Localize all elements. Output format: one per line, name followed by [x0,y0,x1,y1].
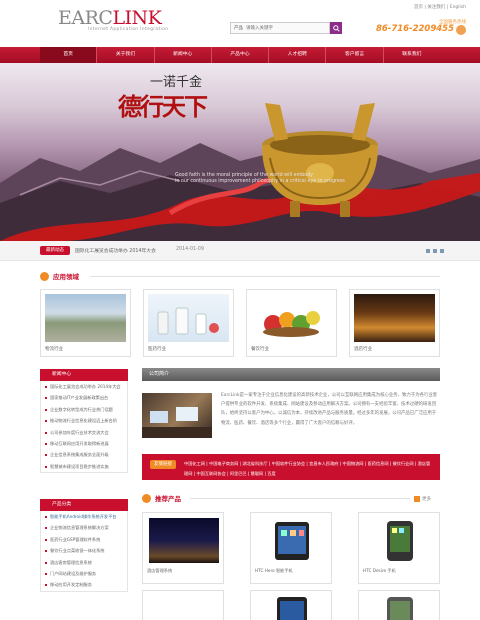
search-box: 产品 [230,22,330,34]
sidebar-news-item[interactable]: 国际化工展览会成功举办 2014年大会 [41,381,127,392]
product-label: HTC Desire 手机 [363,568,396,573]
nav-item-about[interactable]: 关于我们 [97,47,155,63]
application-card[interactable]: 餐饮行业 [246,289,337,357]
applications-section-title: 应用领域 [40,269,79,283]
slider-dot[interactable] [433,249,437,253]
sidebar-product-item[interactable]: 餐饮行业点菜收银一体化系统 [41,545,127,556]
product-card[interactable]: HTC Desire 手机 [358,512,440,584]
phone-icon [456,25,466,35]
phone-image [257,518,327,563]
applications-title: 应用领域 [53,273,79,281]
logo-suffix: LINK [112,7,162,29]
ticker-badge: 最新动态 [40,246,70,255]
hotline-number: 86-716-2209455 [375,24,454,34]
pharmacy-image [148,294,229,342]
sidebar-product-item[interactable]: 门户网站建设及维护服务 [41,568,127,579]
banner-caption-line2: in our continuous improvement philosophy… [175,179,345,184]
sidebar-news-item[interactable]: 移动互联网应用开发取得新进展 [41,438,127,449]
sidebar-news-item[interactable]: 推动物流行业信息化建设迈上新台阶 [41,415,127,426]
nav-item-jobs[interactable]: 人才招聘 [269,47,327,63]
search-category-select[interactable]: 产品 [231,25,246,31]
section-bullet-icon [142,493,151,503]
sidebar-news-item[interactable]: 企业数字化转型成为行业热门话题 [41,404,127,415]
sidebar-products-title: 产品分类 [40,499,128,511]
calligraphy-large: 德行天下 [118,92,208,121]
search-icon [332,24,340,32]
nav-item-contact[interactable]: 联系我们 [384,47,440,63]
section-bullet-icon [40,271,49,281]
hero-banner[interactable]: 一诺千金 德行天下 Good faith is the moral princi… [0,63,480,241]
sidebar-product-item[interactable]: 企业物流信息管理系统解决方案 [41,522,127,533]
links-list[interactable]: 中国化工网 | 中国电子商务网 | 湖北省科技厅 | 中国软件行业协会 | 宜昌… [184,459,434,479]
phone-image [277,597,307,620]
sidebar-product-item[interactable]: 智能手机Android操作系统开发平台 [41,511,127,522]
logo-tagline: Internet Application Integration [88,27,169,32]
search-button[interactable] [330,22,342,34]
search-input[interactable] [246,23,306,33]
sidebar-news-list: 国际化工展览会成功举办 2014年大会 国家推动IT产业发展新政策出台 企业数字… [40,381,128,474]
more-products-link[interactable]: 更多 [414,494,431,503]
more-label: 更多 [422,496,431,502]
application-card[interactable]: 医药行业 [143,289,234,357]
ticker-headline[interactable]: 国际化工展览会成功举办 2014年大会 [75,247,156,254]
office-image [142,393,212,438]
nav-item-news[interactable]: 新闻中心 [155,47,212,63]
product-card[interactable]: 酒店管理系统 [142,512,224,584]
product-card[interactable] [142,590,224,620]
intro-title: 公司简介 [142,368,440,381]
sidebar-product-item[interactable]: 移动应用开发定制服务 [41,579,127,590]
nav-item-feedback[interactable]: 客户留言 [326,47,384,63]
product-label: HTC Hero 智能手机 [255,568,293,573]
site-logo[interactable]: EARCLINK [58,7,162,29]
divider [90,276,440,277]
sidebar-news-item[interactable]: 智慧城市建设项目稳步推进实施 [41,461,127,472]
slider-pager [426,249,444,253]
sidebar-news-item[interactable]: 企业信息系统集成服务全面升级 [41,449,127,460]
divider [190,498,410,499]
food-image [251,294,332,342]
sidebar-product-item[interactable]: 酒店客房管理信息系统 [41,557,127,568]
product-card[interactable] [250,590,332,620]
nav-item-home[interactable]: 首页 [40,47,98,63]
products-title: 推荐产品 [155,495,181,503]
application-card[interactable]: 酒店行业 [349,289,440,357]
application-card[interactable]: 物流行业 [40,289,131,357]
product-label: 酒店管理系统 [147,568,173,573]
sidebar-products-list: 智能手机Android操作系统开发平台 企业物流信息管理系统解决方案 医药行业G… [40,511,128,592]
warehouse-image [45,294,126,342]
links-badge: 友情链接 [150,460,176,469]
product-image [149,518,219,563]
friend-links: 友情链接 中国化工网 | 中国电子商务网 | 湖北省科技厅 | 中国软件行业协会… [142,454,440,480]
phone-image [365,518,435,563]
slider-dot[interactable] [426,249,430,253]
slider-dot[interactable] [440,249,444,253]
application-label: 餐饮行业 [251,347,269,352]
sidebar-news-title: 新闻中心 [40,369,128,381]
application-label: 医药行业 [148,347,166,352]
sidebar-news-item[interactable]: 国家推动IT产业发展新政策出台 [41,392,127,403]
application-label: 物流行业 [45,347,63,352]
banner-artwork [0,103,480,241]
news-ticker: 最新动态 国际化工展览会成功举办 2014年大会 2014-01-09 [0,241,480,261]
sidebar-news-item[interactable]: 公司参加年度行业技术交流大会 [41,427,127,438]
banner-caption: Good faith is the moral principle of the… [175,173,345,185]
product-card[interactable]: HTC Hero 智能手机 [250,512,332,584]
sidebar-product-item[interactable]: 医药行业GSP管理软件系统 [41,534,127,545]
logo-prefix: EARC [58,7,113,29]
intro-text: EarcLink是一家专注于企业信息化建设的高新技术企业，公司以互联网应用集成为… [221,393,438,426]
more-icon [414,495,420,502]
main-nav: 首页 关于我们 新闻中心 产品中心 人才招聘 客户留言 联系我们 [0,47,480,63]
site-header: EARCLINK Internet Application Integratio… [0,0,480,46]
products-section-title: 推荐产品 [142,491,181,505]
ticker-date: 2014-01-09 [176,247,204,252]
product-card[interactable] [358,590,440,620]
phone-image [387,597,413,620]
top-links[interactable]: 首页 | 关注我们 | English [414,4,466,10]
nav-item-products[interactable]: 产品中心 [212,47,270,63]
application-label: 酒店行业 [354,347,372,352]
hotel-image [354,294,435,342]
